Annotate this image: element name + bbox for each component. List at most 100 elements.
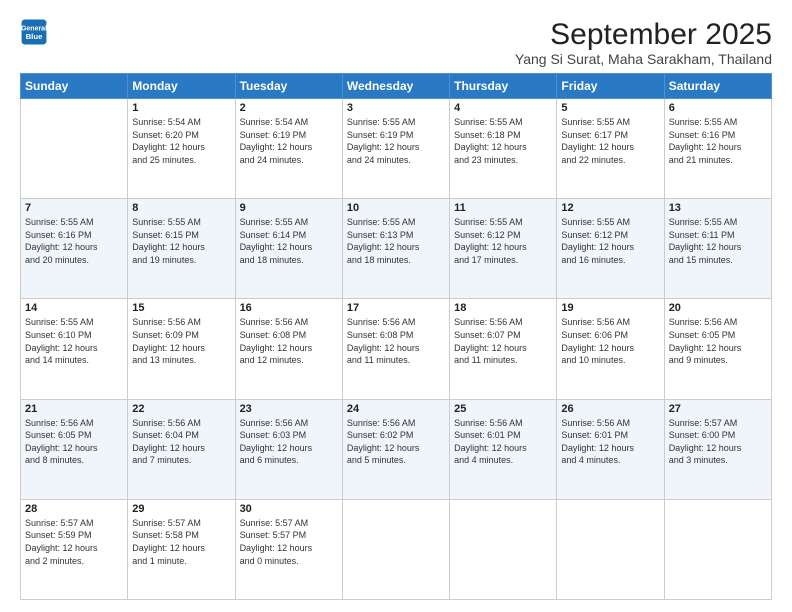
day-info: Sunrise: 5:57 AM Sunset: 5:59 PM Dayligh… (25, 517, 123, 567)
day-info: Sunrise: 5:55 AM Sunset: 6:14 PM Dayligh… (240, 216, 338, 266)
day-info: Sunrise: 5:55 AM Sunset: 6:12 PM Dayligh… (454, 216, 552, 266)
weekday-header-tuesday: Tuesday (235, 74, 342, 99)
calendar-table: SundayMondayTuesdayWednesdayThursdayFrid… (20, 73, 772, 600)
day-number: 30 (240, 503, 338, 515)
day-cell: 15 Sunrise: 5:56 AM Sunset: 6:09 PM Dayli… (128, 299, 235, 399)
day-number: 28 (25, 503, 123, 515)
day-number: 7 (25, 202, 123, 214)
day-info: Sunrise: 5:56 AM Sunset: 6:09 PM Dayligh… (132, 316, 230, 366)
day-info: Sunrise: 5:56 AM Sunset: 6:07 PM Dayligh… (454, 316, 552, 366)
day-cell: 27 Sunrise: 5:57 AM Sunset: 6:00 PM Dayli… (664, 399, 771, 499)
day-cell: 6 Sunrise: 5:55 AM Sunset: 6:16 PM Daylig… (664, 99, 771, 199)
day-cell: 13Sunrise: 5:55 AM Sunset: 6:11 PM Dayli… (664, 199, 771, 299)
day-cell: 23Sunrise: 5:56 AM Sunset: 6:03 PM Dayli… (235, 399, 342, 499)
day-info: Sunrise: 5:56 AM Sunset: 6:01 PM Dayligh… (561, 417, 659, 467)
day-info: Sunrise: 5:55 AM Sunset: 6:16 PM Dayligh… (25, 216, 123, 266)
day-info: Sunrise: 5:56 AM Sunset: 6:01 PM Dayligh… (454, 417, 552, 467)
day-number: 2 (240, 102, 338, 114)
day-info: Sunrise: 5:55 AM Sunset: 6:13 PM Dayligh… (347, 216, 445, 266)
day-info: Sunrise: 5:57 AM Sunset: 6:00 PM Dayligh… (669, 417, 767, 467)
day-number: 10 (347, 202, 445, 214)
week-row-2: 7 Sunrise: 5:55 AM Sunset: 6:16 PM Daylig… (21, 199, 772, 299)
day-cell: 20Sunrise: 5:56 AM Sunset: 6:05 PM Dayli… (664, 299, 771, 399)
day-cell: 21Sunrise: 5:56 AM Sunset: 6:05 PM Dayli… (21, 399, 128, 499)
weekday-header-wednesday: Wednesday (342, 74, 449, 99)
day-number: 21 (25, 403, 123, 415)
day-number: 27 (669, 403, 767, 415)
day-number: 15 (132, 302, 230, 314)
day-cell: 9 Sunrise: 5:55 AM Sunset: 6:14 PM Daylig… (235, 199, 342, 299)
weekday-header-row: SundayMondayTuesdayWednesdayThursdayFrid… (21, 74, 772, 99)
day-cell: 25 Sunrise: 5:56 AM Sunset: 6:01 PM Dayli… (450, 399, 557, 499)
month-title: September 2025 (515, 18, 772, 51)
day-number: 16 (240, 302, 338, 314)
day-number: 24 (347, 403, 445, 415)
weekday-header-friday: Friday (557, 74, 664, 99)
day-cell: 3 Sunrise: 5:55 AM Sunset: 6:19 PM Daylig… (342, 99, 449, 199)
day-number: 8 (132, 202, 230, 214)
day-number: 26 (561, 403, 659, 415)
header: General Blue September 2025 Yang Si Sura… (20, 18, 772, 67)
week-row-3: 14Sunrise: 5:55 AM Sunset: 6:10 PM Dayli… (21, 299, 772, 399)
day-number: 29 (132, 503, 230, 515)
day-info: Sunrise: 5:55 AM Sunset: 6:16 PM Dayligh… (669, 116, 767, 166)
svg-text:Blue: Blue (26, 32, 44, 41)
day-cell: 5Sunrise: 5:55 AM Sunset: 6:17 PM Daylig… (557, 99, 664, 199)
day-cell: 16 Sunrise: 5:56 AM Sunset: 6:08 PM Dayli… (235, 299, 342, 399)
logo: General Blue (20, 18, 48, 46)
day-number: 12 (561, 202, 659, 214)
day-number: 6 (669, 102, 767, 114)
day-cell: 11 Sunrise: 5:55 AM Sunset: 6:12 PM Dayli… (450, 199, 557, 299)
day-cell (664, 499, 771, 599)
day-cell: 8Sunrise: 5:55 AM Sunset: 6:15 PM Daylig… (128, 199, 235, 299)
day-info: Sunrise: 5:54 AM Sunset: 6:19 PM Dayligh… (240, 116, 338, 166)
day-cell: 2 Sunrise: 5:54 AM Sunset: 6:19 PM Daylig… (235, 99, 342, 199)
day-number: 18 (454, 302, 552, 314)
day-info: Sunrise: 5:54 AM Sunset: 6:20 PM Dayligh… (132, 116, 230, 166)
day-info: Sunrise: 5:56 AM Sunset: 6:05 PM Dayligh… (669, 316, 767, 366)
day-cell: 19Sunrise: 5:56 AM Sunset: 6:06 PM Dayli… (557, 299, 664, 399)
weekday-header-saturday: Saturday (664, 74, 771, 99)
week-row-4: 21Sunrise: 5:56 AM Sunset: 6:05 PM Dayli… (21, 399, 772, 499)
day-cell: 4Sunrise: 5:55 AM Sunset: 6:18 PM Daylig… (450, 99, 557, 199)
day-cell (21, 99, 128, 199)
day-info: Sunrise: 5:57 AM Sunset: 5:58 PM Dayligh… (132, 517, 230, 567)
day-info: Sunrise: 5:56 AM Sunset: 6:04 PM Dayligh… (132, 417, 230, 467)
title-block: September 2025 Yang Si Surat, Maha Sarak… (515, 18, 772, 67)
day-number: 9 (240, 202, 338, 214)
weekday-header-thursday: Thursday (450, 74, 557, 99)
day-number: 25 (454, 403, 552, 415)
day-cell: 14Sunrise: 5:55 AM Sunset: 6:10 PM Dayli… (21, 299, 128, 399)
day-number: 3 (347, 102, 445, 114)
location-subtitle: Yang Si Surat, Maha Sarakham, Thailand (515, 51, 772, 67)
day-cell: 22 Sunrise: 5:56 AM Sunset: 6:04 PM Dayli… (128, 399, 235, 499)
day-info: Sunrise: 5:56 AM Sunset: 6:08 PM Dayligh… (240, 316, 338, 366)
page: General Blue September 2025 Yang Si Sura… (0, 0, 792, 612)
day-info: Sunrise: 5:55 AM Sunset: 6:18 PM Dayligh… (454, 116, 552, 166)
day-info: Sunrise: 5:56 AM Sunset: 6:08 PM Dayligh… (347, 316, 445, 366)
day-cell: 12 Sunrise: 5:55 AM Sunset: 6:12 PM Dayli… (557, 199, 664, 299)
weekday-header-sunday: Sunday (21, 74, 128, 99)
day-info: Sunrise: 5:56 AM Sunset: 6:02 PM Dayligh… (347, 417, 445, 467)
logo-icon: General Blue (20, 18, 48, 46)
day-cell (557, 499, 664, 599)
day-number: 22 (132, 403, 230, 415)
day-cell (342, 499, 449, 599)
day-cell: 7 Sunrise: 5:55 AM Sunset: 6:16 PM Daylig… (21, 199, 128, 299)
day-cell: 17 Sunrise: 5:56 AM Sunset: 6:08 PM Dayli… (342, 299, 449, 399)
day-info: Sunrise: 5:55 AM Sunset: 6:12 PM Dayligh… (561, 216, 659, 266)
day-number: 11 (454, 202, 552, 214)
day-cell: 26 Sunrise: 5:56 AM Sunset: 6:01 PM Dayli… (557, 399, 664, 499)
day-number: 23 (240, 403, 338, 415)
day-number: 1 (132, 102, 230, 114)
day-number: 13 (669, 202, 767, 214)
week-row-1: 1 Sunrise: 5:54 AM Sunset: 6:20 PM Daylig… (21, 99, 772, 199)
day-cell: 30Sunrise: 5:57 AM Sunset: 5:57 PM Dayli… (235, 499, 342, 599)
day-info: Sunrise: 5:55 AM Sunset: 6:17 PM Dayligh… (561, 116, 659, 166)
day-cell (450, 499, 557, 599)
day-cell: 18 Sunrise: 5:56 AM Sunset: 6:07 PM Dayli… (450, 299, 557, 399)
day-info: Sunrise: 5:55 AM Sunset: 6:19 PM Dayligh… (347, 116, 445, 166)
day-number: 17 (347, 302, 445, 314)
day-cell: 28 Sunrise: 5:57 AM Sunset: 5:59 PM Dayli… (21, 499, 128, 599)
day-info: Sunrise: 5:55 AM Sunset: 6:10 PM Dayligh… (25, 316, 123, 366)
